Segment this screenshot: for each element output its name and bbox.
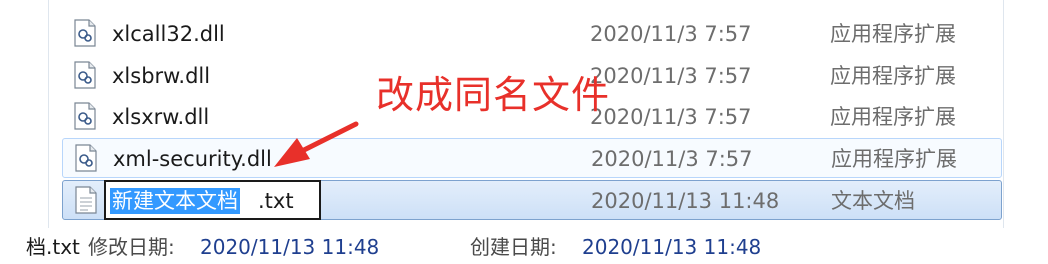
file-name: xml-security.dll	[113, 147, 272, 171]
file-name: xlsbrw.dll	[112, 64, 211, 88]
file-type: 文本文档	[831, 189, 915, 213]
created-label: 创建日期:	[470, 235, 557, 259]
file-date: 2020/11/3 7:57	[590, 64, 752, 88]
file-name: xlsxrw.dll	[112, 105, 210, 129]
file-type: 应用程序扩展	[830, 64, 956, 88]
dll-file-icon	[74, 61, 96, 89]
file-row[interactable]: xlcall32.dll 2020/11/3 7:57 应用程序扩展	[62, 14, 1002, 54]
file-type: 应用程序扩展	[830, 105, 956, 129]
file-type: 应用程序扩展	[830, 22, 956, 46]
list-right-border	[1003, 0, 1004, 228]
list-left-border	[48, 0, 49, 228]
file-name: xlcall32.dll	[112, 22, 225, 46]
modified-label: 修改日期:	[88, 235, 175, 259]
file-date: 2020/11/3 7:57	[590, 105, 752, 129]
dll-file-icon	[74, 102, 96, 130]
status-bar: 档.txt 修改日期: 2020/11/13 11:48 创建日期: 2020/…	[0, 230, 1048, 264]
rename-selected-text: 新建文本文档	[110, 188, 240, 214]
file-date: 2020/11/3 7:57	[590, 22, 752, 46]
file-row-renaming[interactable]: 新建文本文档 .txt 2020/11/13 11:48 文本文档	[62, 180, 1002, 220]
annotation-text: 改成同名文件	[376, 73, 611, 117]
status-file-name: 档.txt	[26, 235, 80, 259]
rename-extension: .txt	[258, 189, 294, 213]
file-type: 应用程序扩展	[831, 147, 957, 171]
dll-file-icon	[74, 19, 96, 47]
file-date: 2020/11/13 11:48	[591, 189, 780, 213]
created-value: 2020/11/13 11:48	[582, 235, 762, 259]
text-file-icon	[75, 186, 97, 214]
dll-file-icon	[75, 144, 97, 172]
file-date: 2020/11/3 7:57	[591, 147, 753, 171]
modified-value: 2020/11/13 11:48	[200, 235, 380, 259]
file-row[interactable]: xml-security.dll 2020/11/3 7:57 应用程序扩展	[62, 138, 1002, 178]
rename-input[interactable]: 新建文本文档 .txt	[104, 180, 321, 220]
